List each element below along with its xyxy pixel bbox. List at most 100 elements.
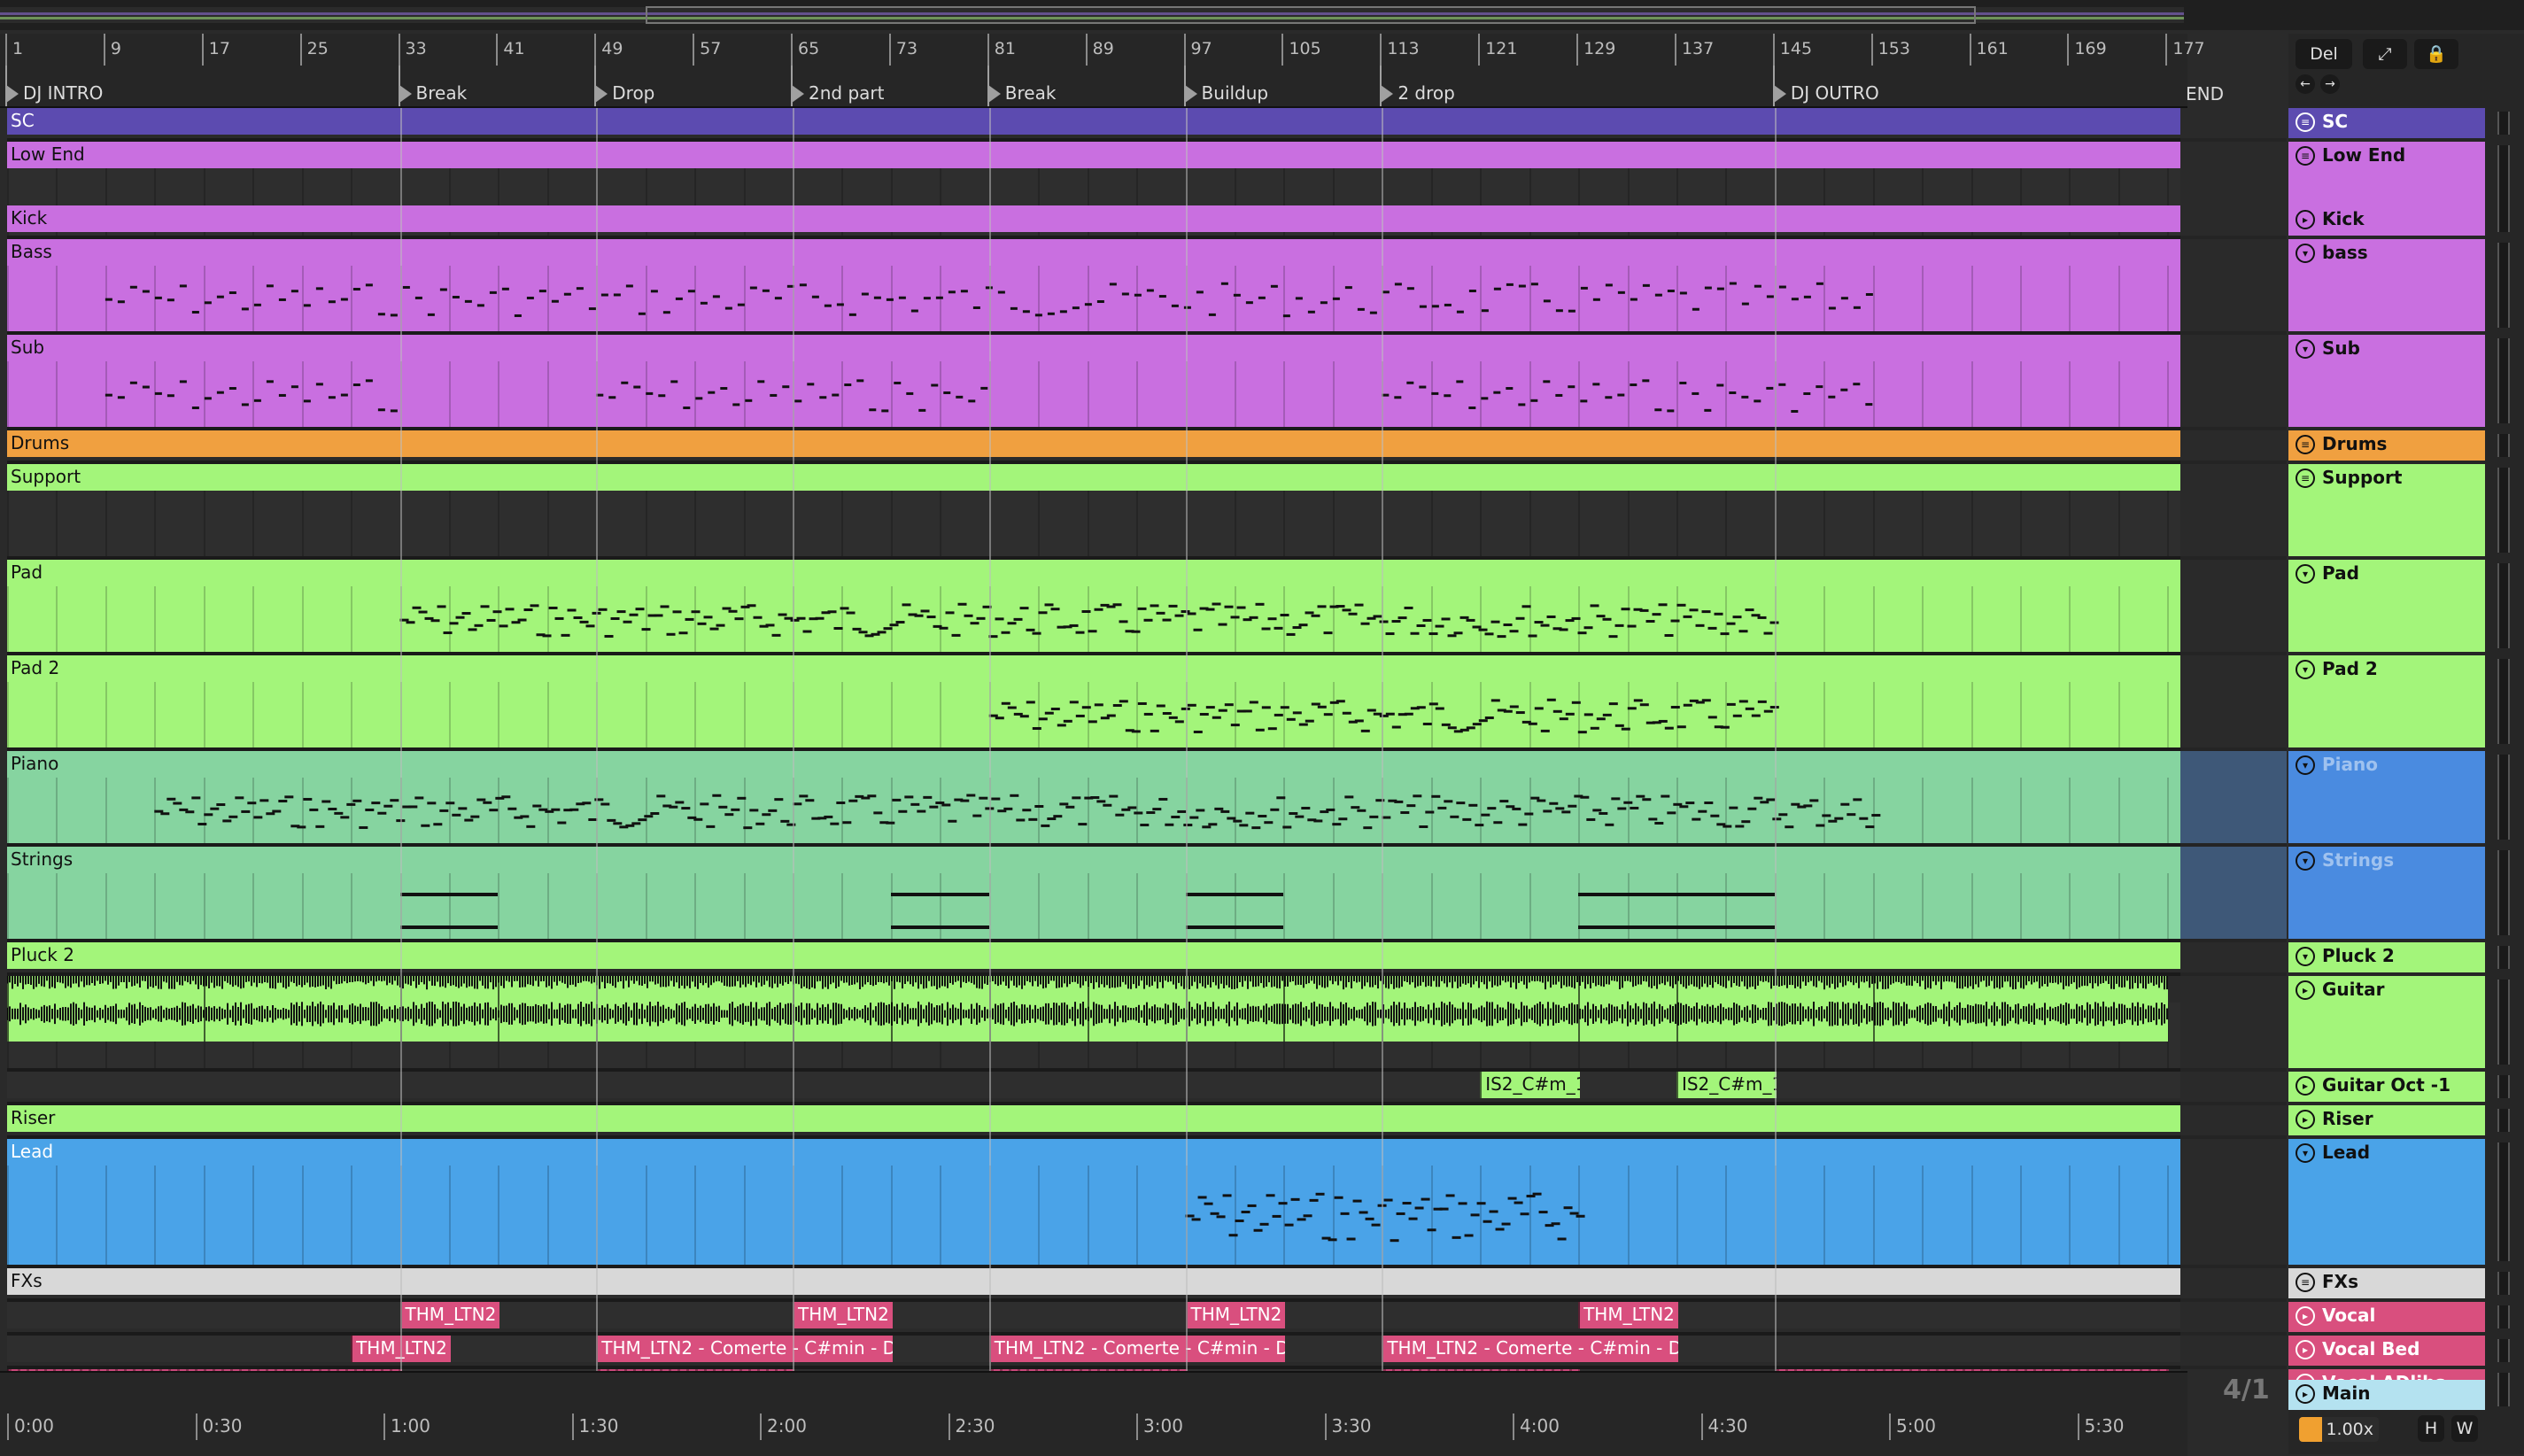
track-lane-pluck-2[interactable]: Pluck 2 <box>7 942 2180 976</box>
fold-arrow-icon[interactable]: ▾ <box>2296 755 2315 775</box>
arrangement-overview[interactable] <box>0 0 2524 30</box>
guitar-clip[interactable]: IS2_C#m_100_Guitar_ <box>1382 976 1580 1042</box>
track-header-drums[interactable]: ≡ Drums <box>2288 430 2485 461</box>
locator[interactable]: Buildup <box>1183 66 1268 106</box>
fold-arrow-icon[interactable]: ▾ <box>2296 660 2315 679</box>
back-arrow-icon[interactable]: ← <box>2296 74 2315 94</box>
guitar-clip[interactable]: IS2_C#m_1 <box>498 976 598 1042</box>
play-arrow-icon[interactable]: ▸ <box>2296 1384 2315 1404</box>
guitar-clip[interactable]: IS2_C#m_1 <box>1087 976 1188 1042</box>
track-lane-lead[interactable]: Lead <box>7 1139 2180 1268</box>
guitar-clip[interactable]: IS2_C#m_1 <box>890 976 991 1042</box>
fold-arrow-icon[interactable]: ▾ <box>2296 244 2315 263</box>
track-lane-riser[interactable]: Riser <box>7 1105 2180 1139</box>
track-header-support[interactable]: ≡ Support <box>2288 464 2485 556</box>
track-header-sub[interactable]: ▾ Sub <box>2288 335 2485 427</box>
play-arrow-icon[interactable]: ▸ <box>2296 980 2315 1000</box>
track-header-lead[interactable]: ▾ Lead <box>2288 1139 2485 1265</box>
locator[interactable]: DJ OUTRO <box>1772 66 1879 106</box>
track-lane-support[interactable]: Support <box>7 464 2180 560</box>
track-lane-piano[interactable]: Piano <box>7 751 2180 847</box>
footer-button-h[interactable]: H <box>2418 1415 2444 1442</box>
locator[interactable]: 2nd part <box>791 66 885 106</box>
track-header-bass[interactable]: ▾ bass <box>2288 239 2485 331</box>
group-fold-icon[interactable]: ≡ <box>2296 435 2315 454</box>
track-lane-bass[interactable]: Bass <box>7 239 2180 335</box>
group-fold-icon[interactable]: ≡ <box>2296 112 2315 132</box>
track-lane-vocal-bed[interactable]: Vocal BedTHM_LTN2 - ComTHM_LTN2 - Comert… <box>7 1336 2180 1369</box>
vocal-clip[interactable]: THM_LTN2 <box>793 1302 893 1328</box>
track-lane-kick[interactable]: Kick <box>7 205 2180 239</box>
track-lane-guitar[interactable]: GuitarIS2_C#m_100_Guitar_IS2_C#m_100_Gui… <box>7 976 2180 1072</box>
track-header-kick[interactable]: ▸ Kick <box>2288 205 2485 236</box>
fold-arrow-icon[interactable]: ▾ <box>2296 564 2315 584</box>
play-arrow-icon[interactable]: ▸ <box>2296 1076 2315 1096</box>
track-lane-pad[interactable]: Pad <box>7 560 2180 655</box>
play-arrow-icon[interactable]: ▸ <box>2296 1306 2315 1326</box>
guitar-clip[interactable]: IS2_C#m_1 <box>399 976 500 1042</box>
vocal-clip[interactable]: THM_LTN2 <box>1185 1302 1286 1328</box>
track-lane-drums[interactable]: Drums <box>7 430 2180 464</box>
fold-arrow-icon[interactable]: ▾ <box>2296 851 2315 871</box>
group-fold-icon[interactable]: ≡ <box>2296 469 2315 488</box>
track-header-vocal-bed[interactable]: ▸ Vocal Bed <box>2288 1336 2485 1366</box>
group-fold-icon[interactable]: ≡ <box>2296 146 2315 166</box>
guitar-clip[interactable]: IS2_C#m_1 <box>1283 976 1383 1042</box>
lock-icon[interactable]: 🔒 <box>2414 39 2458 69</box>
track-header-strings[interactable]: ▾ Strings <box>2288 847 2485 939</box>
play-arrow-icon[interactable]: ▸ <box>2296 1340 2315 1359</box>
track-lane-pad-2[interactable]: Pad 2 <box>7 655 2180 751</box>
track-header-main[interactable]: ▸ Main <box>2288 1380 2485 1410</box>
track-header-guitar-oct-1[interactable]: ▸ Guitar Oct -1 <box>2288 1072 2485 1102</box>
guitar-oct-clip[interactable]: IS2_C#m_1 <box>1480 1072 1581 1098</box>
fold-arrow-icon[interactable]: ▾ <box>2296 947 2315 966</box>
bar-ruler[interactable]: 1 9 17 25 33 41 49 57 65 73 81 89 97 105 113 121 129 137 1… <box>0 34 2205 66</box>
play-arrow-icon[interactable]: ▸ <box>2296 1110 2315 1129</box>
vocal-clip[interactable]: THM_LTN2 <box>1578 1302 1678 1328</box>
track-header-riser[interactable]: ▸ Riser <box>2288 1105 2485 1135</box>
guitar-clip[interactable]: IS2_C#m_1 <box>988 976 1089 1042</box>
guitar-clip[interactable]: IS2_C#m_100_Guitar_ <box>1872 976 2170 1042</box>
delete-button[interactable]: Del <box>2296 39 2352 69</box>
track-header-piano[interactable]: ▾ Piano <box>2288 751 2485 843</box>
guitar-clip[interactable]: IS2_C#m_1 <box>1185 976 1286 1042</box>
locator-lane[interactable]: DJ INTRO Break Drop 2nd part Break Buildup 2 d… <box>0 66 2187 108</box>
track-lane-strings[interactable]: Strings <box>7 847 2180 942</box>
locator[interactable]: Break <box>987 66 1056 106</box>
locator[interactable]: Drop <box>594 66 654 106</box>
track-lane-vocal[interactable]: VocalTHM_LTN2THM_LTN2THM_LTN2THM_LTN2 <box>7 1302 2180 1336</box>
track-header-fxs[interactable]: ≡ FXs <box>2288 1268 2485 1298</box>
guitar-clip[interactable]: IS2_C#m_1 <box>793 976 893 1042</box>
time-ruler[interactable]: 0:00 0:30 1:00 1:30 2:00 2:30 3:00 3:30 4:00 4:30… <box>0 1371 2187 1456</box>
guitar-clip[interactable]: IS2_C#m_1 <box>1578 976 1678 1042</box>
track-lane-fxs[interactable]: FXs <box>7 1268 2180 1302</box>
locator[interactable]: Break <box>398 66 467 106</box>
expand-icon[interactable]: ⤢ <box>2363 39 2407 69</box>
locator[interactable]: 2 drop <box>1380 66 1455 106</box>
group-fold-icon[interactable]: ≡ <box>2296 1273 2315 1292</box>
fold-arrow-icon[interactable]: ▾ <box>2296 339 2315 359</box>
footer-button-w[interactable]: W <box>2451 1415 2478 1442</box>
guitar-clip[interactable]: IS2_C#m_100_Guitar_ <box>596 976 794 1042</box>
zoom-level[interactable]: 1.00x <box>2299 1417 2379 1442</box>
track-header-guitar[interactable]: ▸ Guitar <box>2288 976 2485 1068</box>
track-header-sc[interactable]: ≡ SC <box>2288 108 2485 138</box>
forward-arrow-icon[interactable]: → <box>2320 74 2340 94</box>
vocal-clip[interactable]: THM_LTN2 <box>399 1302 500 1328</box>
track-lane-guitar-oct-1[interactable]: Guitar Oct -1IS2_C#m_1IS2_C#m_1Guitar Oc… <box>7 1072 2180 1105</box>
arrangement-view[interactable]: SC Low End Kick Bass Sub Drums Support Pad Pad 2… <box>7 108 2180 1371</box>
track-header-pad-2[interactable]: ▾ Pad 2 <box>2288 655 2485 747</box>
play-arrow-icon[interactable]: ▸ <box>2296 210 2315 229</box>
vocal-bed-clip[interactable]: THM_LTN2 - Comerte - C#min - Dr <box>1382 1336 1678 1362</box>
guitar-oct-clip[interactable]: IS2_C#m_1 <box>1676 1072 1777 1098</box>
locator[interactable]: DJ INTRO <box>5 66 103 106</box>
track-lane-sc[interactable]: SC <box>7 108 2180 142</box>
guitar-clip[interactable]: IS2_C#m_100_Guitar_ <box>203 976 402 1042</box>
track-header-vocal[interactable]: ▸ Vocal <box>2288 1302 2485 1332</box>
vocal-bed-clip[interactable]: THM_LTN2 - Comerte - C#min - Dr <box>988 1336 1286 1362</box>
track-header-pluck-2[interactable]: ▾ Pluck 2 <box>2288 942 2485 972</box>
vocal-bed-clip[interactable]: THM_LTN2 - Comerte - C#min - Dr <box>596 1336 893 1362</box>
track-header-pad[interactable]: ▾ Pad <box>2288 560 2485 652</box>
guitar-clip[interactable]: IS2_C#m_100_Guitar_ <box>7 976 205 1042</box>
fold-arrow-icon[interactable]: ▾ <box>2296 1143 2315 1163</box>
